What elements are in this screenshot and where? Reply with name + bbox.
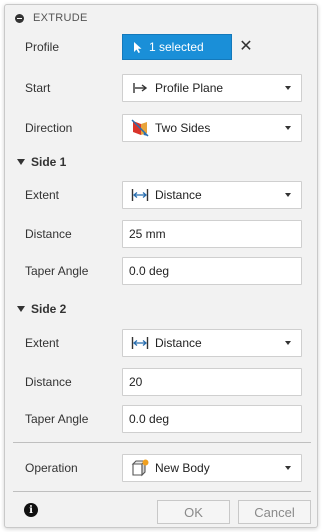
direction-label: Direction: [25, 121, 73, 135]
side1-distance-value: 25 mm: [129, 227, 166, 241]
chevron-down-icon: [285, 126, 291, 130]
operation-value: New Body: [155, 461, 210, 475]
profile-select-button[interactable]: 1 selected: [122, 34, 232, 60]
side2-taper-value: 0.0 deg: [129, 412, 170, 426]
distance-icon: [131, 186, 149, 204]
side2-taper-row: Taper Angle 0.0 deg: [5, 403, 317, 435]
distance-icon: [131, 334, 149, 352]
side2-extent-dropdown[interactable]: Distance: [122, 329, 302, 357]
side2-distance-label: Distance: [25, 375, 72, 389]
cursor-arrow-icon: [133, 41, 143, 54]
direction-row: Direction Two Sides: [5, 112, 317, 144]
side1-distance-label: Distance: [25, 227, 72, 241]
operation-row: Operation New Body: [5, 452, 317, 484]
side2-extent-value: Distance: [155, 336, 202, 350]
side1-title: Side 1: [31, 155, 67, 169]
side1-extent-row: Extent Distance: [5, 179, 317, 211]
start-label: Start: [25, 81, 51, 95]
side2-extent-label: Extent: [25, 336, 60, 350]
side1-taper-value: 0.0 deg: [129, 264, 170, 278]
ok-button[interactable]: OK: [157, 500, 230, 524]
operation-dropdown[interactable]: New Body: [122, 454, 302, 482]
chevron-down-icon: [285, 193, 291, 197]
side2-section-header[interactable]: Side 2: [5, 297, 317, 321]
chevron-down-icon: [285, 466, 291, 470]
extrude-dialog: EXTRUDE Profile 1 selected ✕ Start Profi…: [4, 4, 318, 528]
info-icon[interactable]: i: [24, 503, 38, 517]
side1-taper-row: Taper Angle 0.0 deg: [5, 255, 317, 287]
expand-triangle-icon: [17, 159, 25, 165]
start-row: Start Profile Plane: [5, 72, 317, 104]
start-dropdown[interactable]: Profile Plane: [122, 74, 302, 102]
profile-label: Profile: [25, 40, 60, 54]
collapse-icon[interactable]: [15, 13, 24, 23]
profile-row: Profile 1 selected ✕: [5, 31, 317, 63]
direction-dropdown[interactable]: Two Sides: [122, 114, 302, 142]
chevron-down-icon: [285, 86, 291, 90]
start-arrow-icon: [131, 79, 149, 97]
side2-title: Side 2: [31, 302, 67, 316]
side2-distance-row: Distance 20: [5, 366, 317, 398]
side1-extent-dropdown[interactable]: Distance: [122, 181, 302, 209]
chevron-down-icon: [285, 341, 291, 345]
side1-taper-input[interactable]: 0.0 deg: [122, 257, 302, 285]
profile-selection-text: 1 selected: [149, 40, 204, 54]
side2-extent-row: Extent Distance: [5, 327, 317, 359]
clear-selection-icon[interactable]: ✕: [237, 37, 255, 55]
section-divider: [13, 442, 311, 443]
dialog-header[interactable]: EXTRUDE: [5, 5, 317, 31]
side1-extent-label: Extent: [25, 188, 60, 202]
side2-distance-input[interactable]: 20: [122, 368, 302, 396]
side1-distance-row: Distance 25 mm: [5, 218, 317, 250]
side1-section-header[interactable]: Side 1: [5, 150, 317, 174]
cancel-button[interactable]: Cancel: [238, 500, 311, 524]
direction-value: Two Sides: [155, 121, 211, 135]
footer-divider: [13, 491, 311, 492]
side1-extent-value: Distance: [155, 188, 202, 202]
new-body-icon: [131, 459, 149, 477]
side2-distance-value: 20: [129, 375, 143, 389]
two-sides-icon: [131, 119, 149, 137]
side2-taper-input[interactable]: 0.0 deg: [122, 405, 302, 433]
dialog-title: EXTRUDE: [33, 12, 88, 24]
side1-distance-input[interactable]: 25 mm: [122, 220, 302, 248]
expand-triangle-icon: [17, 306, 25, 312]
side2-taper-label: Taper Angle: [25, 412, 89, 426]
side1-taper-label: Taper Angle: [25, 264, 89, 278]
start-value: Profile Plane: [155, 81, 224, 95]
operation-label: Operation: [25, 461, 78, 475]
